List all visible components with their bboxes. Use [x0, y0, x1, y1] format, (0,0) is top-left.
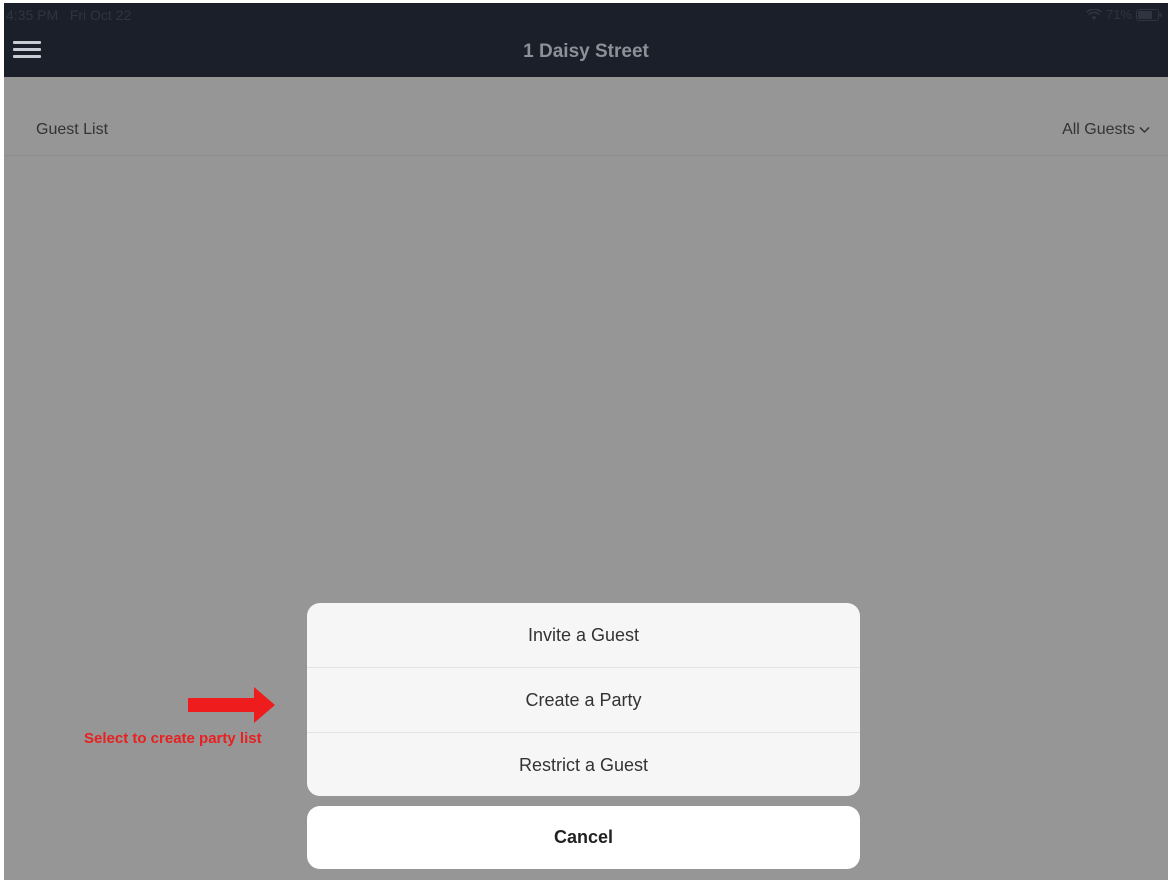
action-sheet: Invite a Guest Create a Party Restrict a… — [307, 603, 860, 796]
red-arrow-icon — [188, 686, 276, 724]
filter-label: All Guests — [1062, 121, 1135, 138]
status-date: Fri Oct 22 — [69, 7, 132, 23]
guest-list-header: Guest List All Guests — [4, 77, 1168, 156]
invite-guest-button[interactable]: Invite a Guest — [307, 603, 860, 668]
chevron-down-icon — [1139, 121, 1150, 139]
wifi-icon — [1086, 8, 1102, 21]
page-title: 1 Daisy Street — [523, 41, 649, 62]
status-time: 4:35 PM — [6, 7, 59, 23]
battery-percent: 71% — [1105, 7, 1132, 22]
create-party-button[interactable]: Create a Party — [307, 668, 860, 733]
all-guests-dropdown[interactable]: All Guests — [1062, 121, 1150, 139]
nav-bar: 4:35 PM Fri Oct 22 71% 1 Daisy Street — [4, 3, 1168, 77]
annotation-label: Select to create party list — [84, 730, 262, 747]
status-bar-time: 4:35 PM Fri Oct 22 — [6, 7, 131, 23]
cancel-button[interactable]: Cancel — [307, 806, 860, 869]
status-bar-indicators: 71% — [1086, 7, 1162, 22]
battery-icon — [1136, 8, 1162, 21]
restrict-guest-button[interactable]: Restrict a Guest — [307, 733, 860, 796]
guest-list-label: Guest List — [36, 121, 109, 138]
app-screen: 4:35 PM Fri Oct 22 71% 1 Daisy Street Gu… — [4, 3, 1168, 880]
